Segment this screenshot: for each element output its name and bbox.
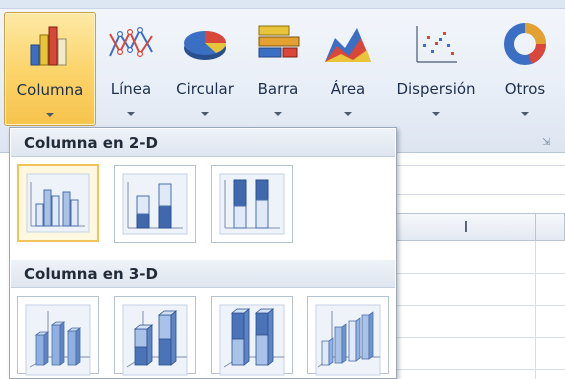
column-header-i[interactable]: I [396, 213, 536, 241]
bar-chart-button[interactable]: Barra [248, 12, 308, 124]
chevron-down-icon [521, 112, 529, 116]
100-stacked-column-button[interactable] [211, 165, 293, 243]
scatter-chart-icon [416, 26, 457, 63]
chevron-down-icon [201, 112, 209, 116]
line-chart-label: Línea [110, 80, 152, 98]
formula-bar[interactable] [396, 165, 565, 195]
3d-100-stacked-column-icon [219, 304, 285, 376]
3d-clustered-column-icon [25, 304, 91, 376]
section-header-3d: Columna en 3-D [11, 260, 395, 288]
chevron-down-icon [344, 112, 352, 116]
grid-line [396, 337, 565, 338]
chevron-down-icon [432, 112, 440, 116]
3d-clustered-column-button[interactable] [17, 296, 99, 376]
chevron-down-icon [274, 112, 282, 116]
pie-chart-label: Circular [176, 80, 234, 98]
grid-line [535, 241, 536, 379]
pie-chart-button[interactable]: Circular [166, 12, 244, 124]
dialog-launcher-icon[interactable]: ⇲ [542, 137, 553, 148]
3d-stacked-column-icon [122, 304, 188, 376]
line-chart-icon [109, 26, 153, 58]
chevron-down-icon [46, 113, 54, 117]
scatter-chart-label: Dispersión [396, 80, 476, 98]
other-charts-button[interactable]: Otros [496, 12, 554, 124]
pie-chart-icon [184, 31, 226, 60]
grid-line [396, 305, 565, 306]
stacked-column-button[interactable] [114, 165, 196, 243]
grid-line [396, 369, 565, 370]
column-chart-label: Columna [16, 81, 84, 99]
other-charts-label: Otros [504, 80, 546, 98]
area-chart-icon [325, 28, 371, 62]
stacked-column-icon [122, 173, 188, 235]
section-header-2d: Columna en 2-D [11, 129, 395, 157]
other-charts-icon [504, 23, 546, 65]
chevron-down-icon [127, 112, 135, 116]
area-chart-label: Área [330, 80, 366, 98]
grid-line [396, 273, 565, 274]
100-stacked-column-icon [219, 173, 285, 235]
clustered-column-button[interactable] [17, 164, 99, 242]
bar-chart-icon [258, 25, 300, 58]
area-chart-button[interactable]: Área [316, 12, 380, 124]
bar-chart-label: Barra [257, 80, 299, 98]
ribbon-top-border [0, 0, 565, 9]
3d-stacked-column-button[interactable] [114, 296, 196, 376]
clustered-column-icon [26, 173, 90, 233]
column-chart-icon [30, 26, 67, 66]
column-chart-button[interactable]: Columna [4, 12, 96, 126]
3d-column-icon [315, 304, 381, 376]
3d-column-button[interactable] [307, 296, 389, 376]
excel-window: Columna Línea Circular Barra Área Disper… [0, 0, 565, 379]
column-chart-gallery: Columna en 2-D Columna en 3-D [9, 127, 397, 379]
scatter-chart-button[interactable]: Dispersión [386, 12, 486, 124]
line-chart-button[interactable]: Línea [100, 12, 162, 124]
column-header-next[interactable] [535, 213, 565, 241]
3d-100-stacked-column-button[interactable] [211, 296, 293, 376]
